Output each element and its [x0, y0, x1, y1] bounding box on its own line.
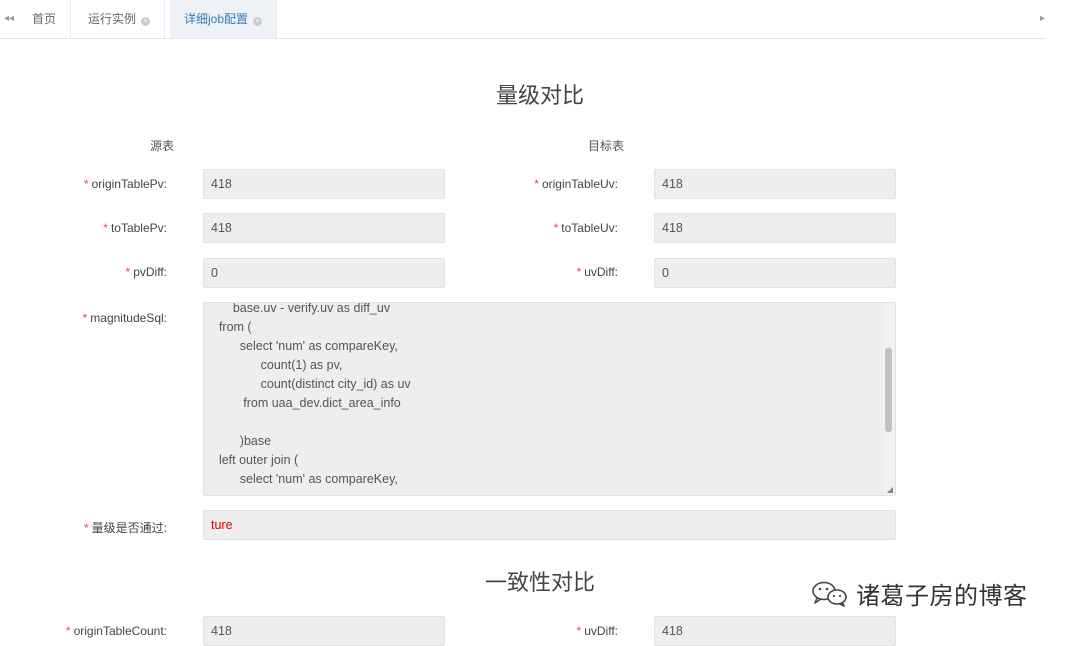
to-table-uv-field[interactable]: 418 — [654, 213, 896, 243]
magnitude-passed-field[interactable]: ture — [203, 510, 896, 540]
required-mark: * — [576, 265, 582, 279]
sql-text: base.uv - verify.uv as diff_uv from ( se… — [218, 302, 411, 486]
resize-grip-icon[interactable]: ◢ — [887, 485, 893, 494]
vertical-scrollbar[interactable] — [883, 303, 895, 495]
required-mark: * — [576, 624, 582, 638]
label-text: uvDiff: — [584, 265, 618, 279]
required-mark: * — [65, 624, 71, 638]
label-text: toTableUv: — [561, 221, 618, 235]
required-mark: * — [534, 177, 539, 191]
consistency-uv-diff-label: * uvDiff: — [470, 624, 618, 638]
watermark-text: 诸葛子房的博客 — [856, 581, 1028, 610]
tab-label: 详细job配置 — [184, 12, 249, 26]
origin-table-count-field[interactable]: 418 — [203, 616, 445, 646]
uv-diff-field[interactable]: 0 — [654, 258, 896, 288]
required-mark: * — [83, 521, 89, 535]
required-mark: * — [125, 265, 131, 279]
required-mark: * — [82, 311, 88, 325]
label-text: originTablePv: — [91, 177, 167, 191]
label-text: 量级是否通过: — [91, 521, 167, 535]
tab-home[interactable]: 首页 — [18, 0, 72, 38]
label-text: uvDiff: — [584, 624, 618, 638]
required-mark: * — [103, 221, 108, 235]
label-text: originTableCount: — [73, 624, 167, 638]
consistency-uv-diff-field[interactable]: 418 — [654, 616, 896, 646]
wechat-icon — [812, 581, 847, 607]
tab-scroll-left-icon[interactable]: ◂◂ — [0, 0, 18, 38]
required-mark: * — [83, 177, 89, 191]
target-table-header: 目标表 — [588, 139, 625, 153]
origin-table-pv-field[interactable]: 418 — [203, 169, 445, 199]
close-icon[interactable]: × — [253, 17, 263, 26]
label-text: toTablePv: — [110, 221, 167, 235]
watermark: 诸葛子房的博客 — [806, 578, 1028, 610]
to-table-pv-label: * toTablePv: — [40, 221, 167, 235]
to-table-pv-field[interactable]: 418 — [203, 213, 445, 243]
magnitude-sql-label: * magnitudeSql: — [40, 311, 167, 325]
uv-diff-label: * uvDiff: — [470, 265, 618, 279]
tab-label: 首页 — [32, 12, 57, 26]
to-table-uv-label: * toTableUv: — [470, 221, 618, 235]
tab-run-instances[interactable]: 运行实例 × — [74, 0, 166, 38]
label-text: pvDiff: — [133, 265, 167, 279]
origin-table-uv-label: * originTableUv: — [470, 177, 618, 191]
close-icon[interactable]: × — [141, 17, 151, 26]
magnitude-passed-label: * 量级是否通过: — [40, 519, 167, 536]
origin-table-uv-field[interactable]: 418 — [654, 169, 896, 199]
origin-table-count-label: * originTableCount: — [20, 624, 167, 638]
magnitude-section-title: 量级对比 — [495, 83, 584, 108]
magnitude-sql-textarea[interactable]: base.uv - verify.uv as diff_uv from ( se… — [203, 302, 896, 496]
tab-job-config[interactable]: 详细job配置 × — [170, 0, 278, 38]
pv-diff-label: * pvDiff: — [40, 265, 167, 279]
pv-diff-field[interactable]: 0 — [203, 258, 445, 288]
origin-table-pv-label: * originTablePv: — [40, 177, 167, 191]
label-text: originTableUv: — [541, 177, 618, 191]
tab-bar: ◂◂ 首页 运行实例 × 详细job配置 × ▸ — [0, 0, 1046, 39]
label-text: magnitudeSql: — [90, 311, 167, 325]
tab-label: 运行实例 — [88, 12, 137, 26]
scrollbar-thumb[interactable] — [885, 348, 892, 432]
tab-scroll-right-icon[interactable]: ▸ — [1040, 0, 1050, 38]
required-mark: * — [553, 221, 559, 235]
source-table-header: 源表 — [150, 139, 175, 153]
